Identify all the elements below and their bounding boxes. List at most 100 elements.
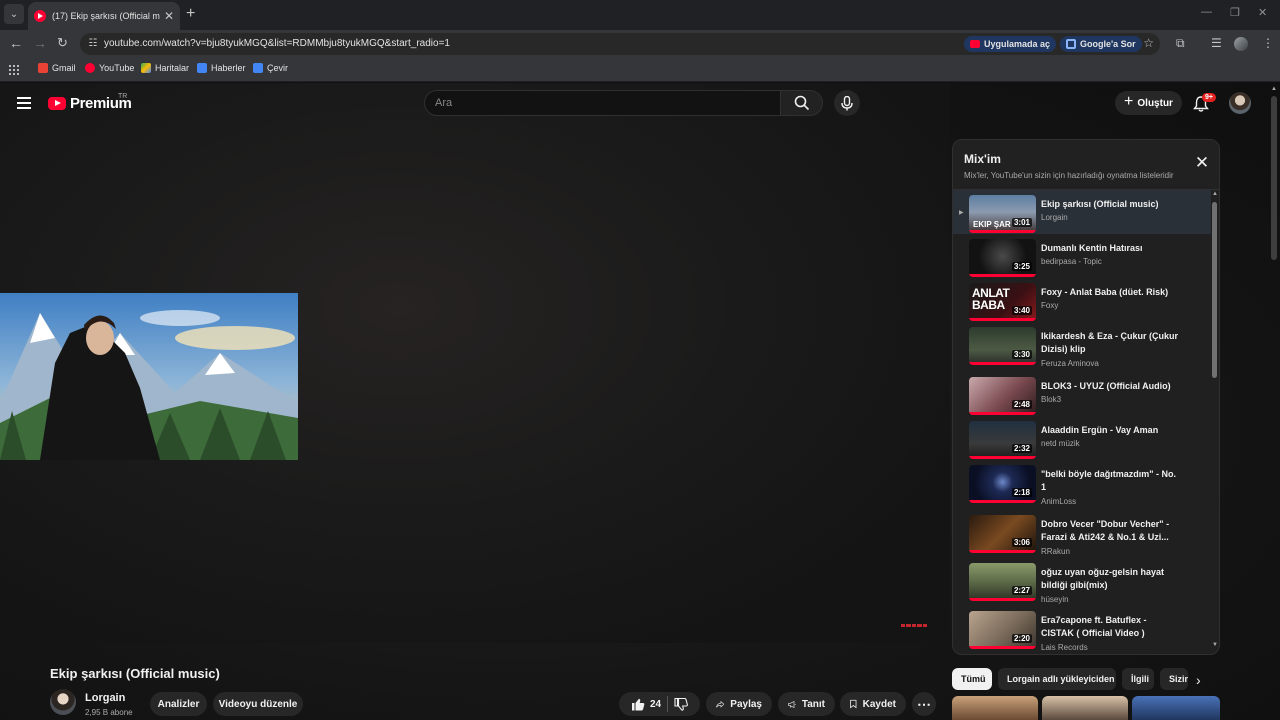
chip-from-uploader[interactable]: Lorgain adlı yükleyiciden (998, 668, 1116, 690)
chip-label: Lorgain adlı yükleyiciden (1007, 674, 1115, 684)
open-in-app-button[interactable]: Uygulamada aç (964, 36, 1057, 52)
more-actions-button[interactable]: ⋯ (912, 692, 936, 716)
playlist-item-channel: netd müzik (1041, 439, 1080, 448)
page-scrollbar[interactable] (1271, 96, 1277, 260)
video-duration: 2:32 (1011, 444, 1032, 453)
video-thumbnail: 3:25 (969, 239, 1036, 277)
forward-icon[interactable]: → (33, 35, 47, 51)
playlist-subtitle: Mix'ler, YouTube'un sizin için hazırladı… (964, 171, 1174, 180)
site-info-icon[interactable]: ☷ (86, 37, 100, 51)
chip-label: Tümü (961, 674, 986, 684)
edit-video-button[interactable]: Videoyu düzenle (213, 692, 303, 716)
watched-progress-bar (969, 230, 1036, 233)
youtube-logo-icon (48, 97, 66, 110)
playlist-item[interactable]: 2:27 oğuz uyan oğuz-gelsin hayat bildiği… (953, 558, 1211, 606)
new-tab-button[interactable]: + (186, 5, 195, 23)
video-thumbnail: 2:32 (969, 421, 1036, 459)
playlist-item[interactable]: 2:20 Era7capone ft. Batuflex - CISTAK ( … (953, 606, 1211, 654)
apps-grid-icon[interactable] (8, 64, 19, 75)
scroll-up-icon[interactable]: ▲ (1212, 191, 1218, 197)
video-thumbnail: EKIP ŞAR 3:01 (969, 195, 1036, 233)
bookmark-news[interactable]: Haberler (197, 63, 246, 73)
recommended-video-thumbnail[interactable] (952, 696, 1038, 720)
voice-search-button[interactable] (834, 90, 860, 116)
browser-menu-icon[interactable]: ⋮ (1262, 36, 1274, 50)
back-icon[interactable]: ← (9, 35, 23, 51)
like-dislike-group: 24 (619, 692, 700, 716)
bookmark-youtube[interactable]: YouTube (85, 63, 134, 73)
playlist-item-title: Dumanlı Kentin Hatırası (1041, 243, 1143, 253)
bookmark-star-icon[interactable]: ☆ (1143, 36, 1154, 50)
video-duration: 3:25 (1011, 262, 1032, 271)
bookmark-save-icon (850, 699, 857, 709)
playlist-item[interactable]: 3:25 Dumanlı Kentin Hatırası bedirpasa -… (953, 234, 1211, 278)
restore-icon[interactable]: ❐ (1230, 6, 1240, 19)
bookmark-maps[interactable]: Haritalar (141, 63, 189, 73)
url-text[interactable]: youtube.com/watch?v=bju8tyukMGQ&list=RDM… (104, 38, 450, 49)
analytics-button[interactable]: Analizler (150, 692, 207, 716)
chip-label: Sizin için (1169, 674, 1188, 684)
playlist-item[interactable]: 2:48 BLOK3 - UYUZ (Official Audio) Blok3 (953, 372, 1211, 416)
extensions-icon[interactable]: ⧉ (1176, 36, 1185, 51)
like-divider (667, 696, 669, 712)
playlist-item-channel: Lais Records (1041, 643, 1088, 652)
playlist-item[interactable]: 3:30 Ikikardesh & Eza - Çukur (Çukur Diz… (953, 322, 1211, 372)
browser-profile-avatar[interactable] (1234, 37, 1248, 51)
recommended-video-thumbnail[interactable] (1042, 696, 1128, 720)
thumbs-up-icon (631, 698, 645, 710)
close-tab-icon[interactable]: ✕ (164, 9, 174, 23)
reload-icon[interactable]: ↻ (57, 35, 68, 51)
ask-google-label: Google'a Sor (1080, 39, 1136, 49)
browser-toolbar: ← → ↻ ☷ youtube.com/watch?v=bju8tyukMGQ&… (0, 30, 1280, 58)
bookmark-label: Haritalar (155, 63, 190, 73)
recommended-video-thumbnail[interactable] (1132, 696, 1220, 720)
playlist-item-title: BLOK3 - UYUZ (Official Audio) (1041, 381, 1171, 391)
page-scroll-up-icon[interactable]: ▲ (1271, 86, 1277, 92)
chip-for-you[interactable]: Sizin için (1160, 668, 1188, 690)
close-window-icon[interactable]: ✕ (1258, 6, 1267, 19)
playlist-scroll-thumb[interactable] (1212, 202, 1217, 378)
reading-list-icon[interactable]: ☰ (1211, 36, 1222, 50)
guide-menu-icon[interactable] (17, 97, 31, 109)
bookmark-gmail[interactable]: Gmail (38, 63, 76, 73)
watched-progress-bar (969, 412, 1036, 415)
playlist-item-channel: RRakun (1041, 547, 1070, 556)
minimize-icon[interactable]: — (1201, 6, 1212, 18)
share-button[interactable]: Paylaş (706, 692, 772, 716)
like-button[interactable]: 24 (631, 698, 661, 711)
playlist-item-title: Alaaddin Ergün - Vay Aman (1041, 425, 1159, 435)
chevron-right-icon[interactable]: › (1196, 672, 1201, 688)
browser-tab[interactable]: (17) Ekip şarkısı (Official music) ✕ (28, 2, 180, 30)
share-label: Paylaş (730, 698, 762, 710)
channel-name[interactable]: Lorgain (85, 692, 125, 704)
playlist-item[interactable]: 3:06 Dobro Vecer "Dobur Vecher" - Farazi… (953, 510, 1211, 558)
playlist-items: ▶ EKIP ŞAR 3:01 Ekip şarkısı (Official m… (953, 190, 1211, 654)
ask-google-button[interactable]: Google'a Sor (1060, 36, 1142, 52)
playlist-item[interactable]: 2:32 Alaaddin Ergün - Vay Aman netd müzi… (953, 416, 1211, 460)
video-duration: 2:18 (1011, 488, 1032, 497)
promote-button[interactable]: Tanıt (778, 692, 835, 716)
search-button[interactable] (781, 90, 823, 116)
playlist-item[interactable]: ▶ EKIP ŞAR 3:01 Ekip şarkısı (Official m… (953, 190, 1211, 234)
playlist-title: Mix'im (964, 152, 1001, 166)
save-button[interactable]: Kaydet (840, 692, 906, 716)
address-bar[interactable]: ☷ youtube.com/watch?v=bju8tyukMGQ&list=R… (80, 33, 1160, 55)
playlist-scrollbar[interactable]: ▲ ▼ (1212, 191, 1218, 652)
video-duration: 3:06 (1011, 538, 1032, 547)
account-avatar[interactable] (1229, 92, 1251, 114)
playlist-item[interactable]: 2:18 "belki böyle dağıtmazdım" - No. 1 A… (953, 460, 1211, 510)
bookmark-translate[interactable]: Çevir (253, 63, 288, 73)
scroll-down-icon[interactable]: ▼ (1212, 642, 1218, 648)
chip-all[interactable]: Tümü (952, 668, 992, 690)
chip-related[interactable]: İlgili (1122, 668, 1154, 690)
channel-avatar[interactable] (50, 689, 76, 715)
thumbs-down-icon[interactable] (674, 697, 688, 711)
create-button[interactable]: + Oluştur (1115, 91, 1182, 115)
playlist-item[interactable]: ANLAT BABA 3:40 Foxy - Anlat Baba (düet.… (953, 278, 1211, 322)
playlist-item-title: Foxy - Anlat Baba (düet. Risk) (1041, 287, 1169, 297)
close-playlist-icon[interactable]: ✕ (1193, 154, 1211, 172)
search-input[interactable] (435, 95, 765, 111)
tab-search-button[interactable]: ⌄ (4, 4, 24, 24)
maps-icon (141, 63, 151, 73)
edit-video-label: Videoyu düzenle (218, 698, 298, 710)
